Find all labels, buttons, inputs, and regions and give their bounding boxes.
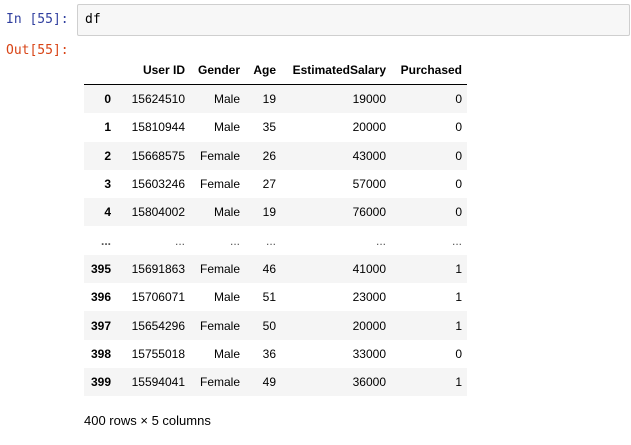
cell-purchased: 1: [455, 261, 462, 276]
cell-user-id: 15594041: [131, 375, 185, 390]
table-row-ellipsis: ... ... ... ... ... ...: [84, 226, 467, 255]
cell-purchased: 0: [455, 177, 462, 192]
table-row: 399 15594041 Female 49 36000 1: [84, 367, 467, 397]
cell-age: 19: [262, 92, 276, 107]
cell-estimated-salary: 23000: [352, 290, 386, 305]
cell-purchased: 0: [455, 148, 462, 163]
cell-age: ...: [265, 233, 276, 248]
row-index: 399: [90, 375, 111, 390]
cell-user-id: 15706071: [131, 290, 185, 305]
cell-age: 27: [262, 177, 276, 192]
cell-user-id: ...: [174, 233, 185, 248]
row-index: 395: [90, 261, 111, 276]
row-index: ...: [100, 233, 111, 248]
header-row: User ID Gender Age EstimatedSalary Purch…: [84, 56, 467, 85]
cell-estimated-salary: 33000: [352, 346, 386, 361]
column-header-age: Age: [245, 56, 281, 85]
column-header-purchased: Purchased: [391, 56, 467, 85]
table-row: 2 15668575 Female 26 43000 0: [84, 141, 467, 170]
cell-gender: Female: [199, 148, 240, 163]
cell-user-id: 15668575: [131, 148, 185, 163]
cell-purchased: 0: [455, 92, 462, 107]
table-row: 397 15654296 Female 50 20000 1: [84, 311, 467, 340]
cell-age: 50: [262, 318, 276, 333]
dataframe-table: User ID Gender Age EstimatedSalary Purch…: [84, 56, 467, 397]
cell-estimated-salary: 57000: [352, 177, 386, 192]
table-row: 0 15624510 Male 19 19000 0: [84, 84, 467, 114]
cell-user-id: 15804002: [131, 205, 185, 220]
cell-estimated-salary: 20000: [352, 318, 386, 333]
cell-age: 51: [262, 290, 276, 305]
column-header-user-id: User ID: [116, 56, 190, 85]
cell-purchased: ...: [451, 233, 462, 248]
cell-gender: Male: [213, 346, 240, 361]
table-row: 1 15810944 Male 35 20000 0: [84, 113, 467, 142]
cell-purchased: 1: [455, 375, 462, 390]
table-row: 4 15804002 Male 19 76000 0: [84, 198, 467, 227]
dataframe-shape-note: 400 rows × 5 columns: [84, 413, 211, 428]
cell-estimated-salary: 20000: [352, 120, 386, 135]
column-header-estimated-salary: EstimatedSalary: [281, 56, 391, 85]
cell-purchased: 0: [455, 205, 462, 220]
row-index: 397: [90, 318, 111, 333]
cell-user-id: 15603246: [131, 177, 185, 192]
cell-gender: Male: [213, 290, 240, 305]
row-index: 1: [104, 120, 111, 135]
input-prompt: In [55]:: [6, 12, 69, 27]
cell-gender: Male: [213, 92, 240, 107]
row-index: 396: [90, 290, 111, 305]
cell-user-id: 15755018: [131, 346, 185, 361]
cell-estimated-salary: 43000: [352, 148, 386, 163]
cell-purchased: 1: [455, 318, 462, 333]
table-row: 398 15755018 Male 36 33000 0: [84, 339, 467, 368]
row-index: 3: [104, 177, 111, 192]
cell-user-id: 15654296: [131, 318, 185, 333]
cell-user-id: 15691863: [131, 261, 185, 276]
cell-purchased: 0: [455, 120, 462, 135]
cell-gender: Female: [199, 375, 240, 390]
cell-age: 35: [262, 120, 276, 135]
index-header: [84, 56, 116, 85]
cell-age: 49: [262, 375, 276, 390]
cell-estimated-salary: 36000: [352, 375, 386, 390]
cell-user-id: 15624510: [131, 92, 185, 107]
cell-estimated-salary: ...: [375, 233, 386, 248]
table-row: 3 15603246 Female 27 57000 0: [84, 169, 467, 199]
row-index: 2: [104, 148, 111, 163]
cell-age: 26: [262, 148, 276, 163]
cell-purchased: 1: [455, 290, 462, 305]
cell-gender: Female: [199, 318, 240, 333]
cell-gender: Female: [199, 261, 240, 276]
cell-user-id: 15810944: [131, 120, 185, 135]
cell-purchased: 0: [455, 346, 462, 361]
cell-estimated-salary: 19000: [352, 92, 386, 107]
row-index: 398: [90, 346, 111, 361]
table-row: 395 15691863 Female 46 41000 1: [84, 254, 467, 284]
cell-gender: Male: [213, 205, 240, 220]
cell-gender: Female: [199, 177, 240, 192]
cell-estimated-salary: 76000: [352, 205, 386, 220]
table-row: 396 15706071 Male 51 23000 1: [84, 283, 467, 312]
code-text[interactable]: df: [85, 12, 101, 27]
cell-age: 46: [262, 261, 276, 276]
code-input-cell[interactable]: df: [77, 4, 630, 36]
output-prompt: Out[55]:: [6, 43, 69, 58]
cell-gender: Male: [213, 120, 240, 135]
cell-age: 36: [262, 346, 276, 361]
row-index: 0: [104, 92, 111, 107]
cell-age: 19: [262, 205, 276, 220]
cell-gender: ...: [229, 233, 240, 248]
cell-estimated-salary: 41000: [352, 261, 386, 276]
row-index: 4: [104, 205, 111, 220]
column-header-gender: Gender: [190, 56, 245, 85]
